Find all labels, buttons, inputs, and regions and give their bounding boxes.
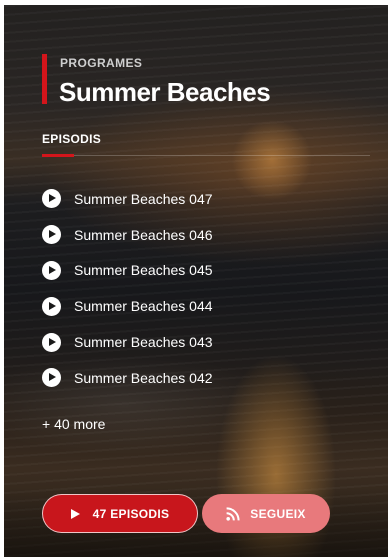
play-icon xyxy=(70,508,80,519)
episode-title[interactable]: Summer Beaches 044 xyxy=(74,298,213,314)
episode-title[interactable]: Summer Beaches 042 xyxy=(74,370,213,386)
episode-item[interactable]: Summer Beaches 044 xyxy=(42,288,372,324)
episode-title[interactable]: Summer Beaches 045 xyxy=(74,262,213,278)
all-episodes-button[interactable]: 47 EPISODIS xyxy=(42,494,198,533)
episode-title[interactable]: Summer Beaches 043 xyxy=(74,334,213,350)
follow-button-label: SEGUEIX xyxy=(250,506,306,521)
program-kicker: PROGRAMES xyxy=(60,56,143,70)
title-accent-bar xyxy=(42,54,47,104)
play-circle-icon[interactable] xyxy=(42,225,61,245)
play-circle-icon[interactable] xyxy=(42,332,61,352)
section-divider xyxy=(42,155,370,156)
episodes-section-label: EPISODIS xyxy=(42,132,102,146)
more-episodes-link[interactable]: + 40 more xyxy=(42,416,105,432)
program-title: Summer Beaches xyxy=(59,77,271,107)
play-circle-icon[interactable] xyxy=(42,260,61,280)
episode-item[interactable]: Summer Beaches 042 xyxy=(42,360,372,396)
play-circle-icon[interactable] xyxy=(42,189,61,209)
rss-icon xyxy=(226,506,240,521)
episode-item[interactable]: Summer Beaches 045 xyxy=(42,253,372,289)
episode-title[interactable]: Summer Beaches 046 xyxy=(74,227,213,243)
program-card: PROGRAMES Summer Beaches EPISODIS Summer… xyxy=(4,5,388,557)
play-circle-icon[interactable] xyxy=(42,368,61,388)
episode-item[interactable]: Summer Beaches 043 xyxy=(42,324,372,360)
follow-button[interactable]: SEGUEIX xyxy=(202,494,330,533)
episode-item[interactable]: Summer Beaches 047 xyxy=(42,181,372,217)
episode-item[interactable]: Summer Beaches 046 xyxy=(42,217,372,253)
episode-title[interactable]: Summer Beaches 047 xyxy=(74,191,213,207)
play-circle-icon[interactable] xyxy=(42,296,61,316)
episode-list: Summer Beaches 047 Summer Beaches 046 Su… xyxy=(42,181,372,396)
all-episodes-button-label: 47 EPISODIS xyxy=(92,506,170,521)
section-divider-accent xyxy=(42,154,74,157)
